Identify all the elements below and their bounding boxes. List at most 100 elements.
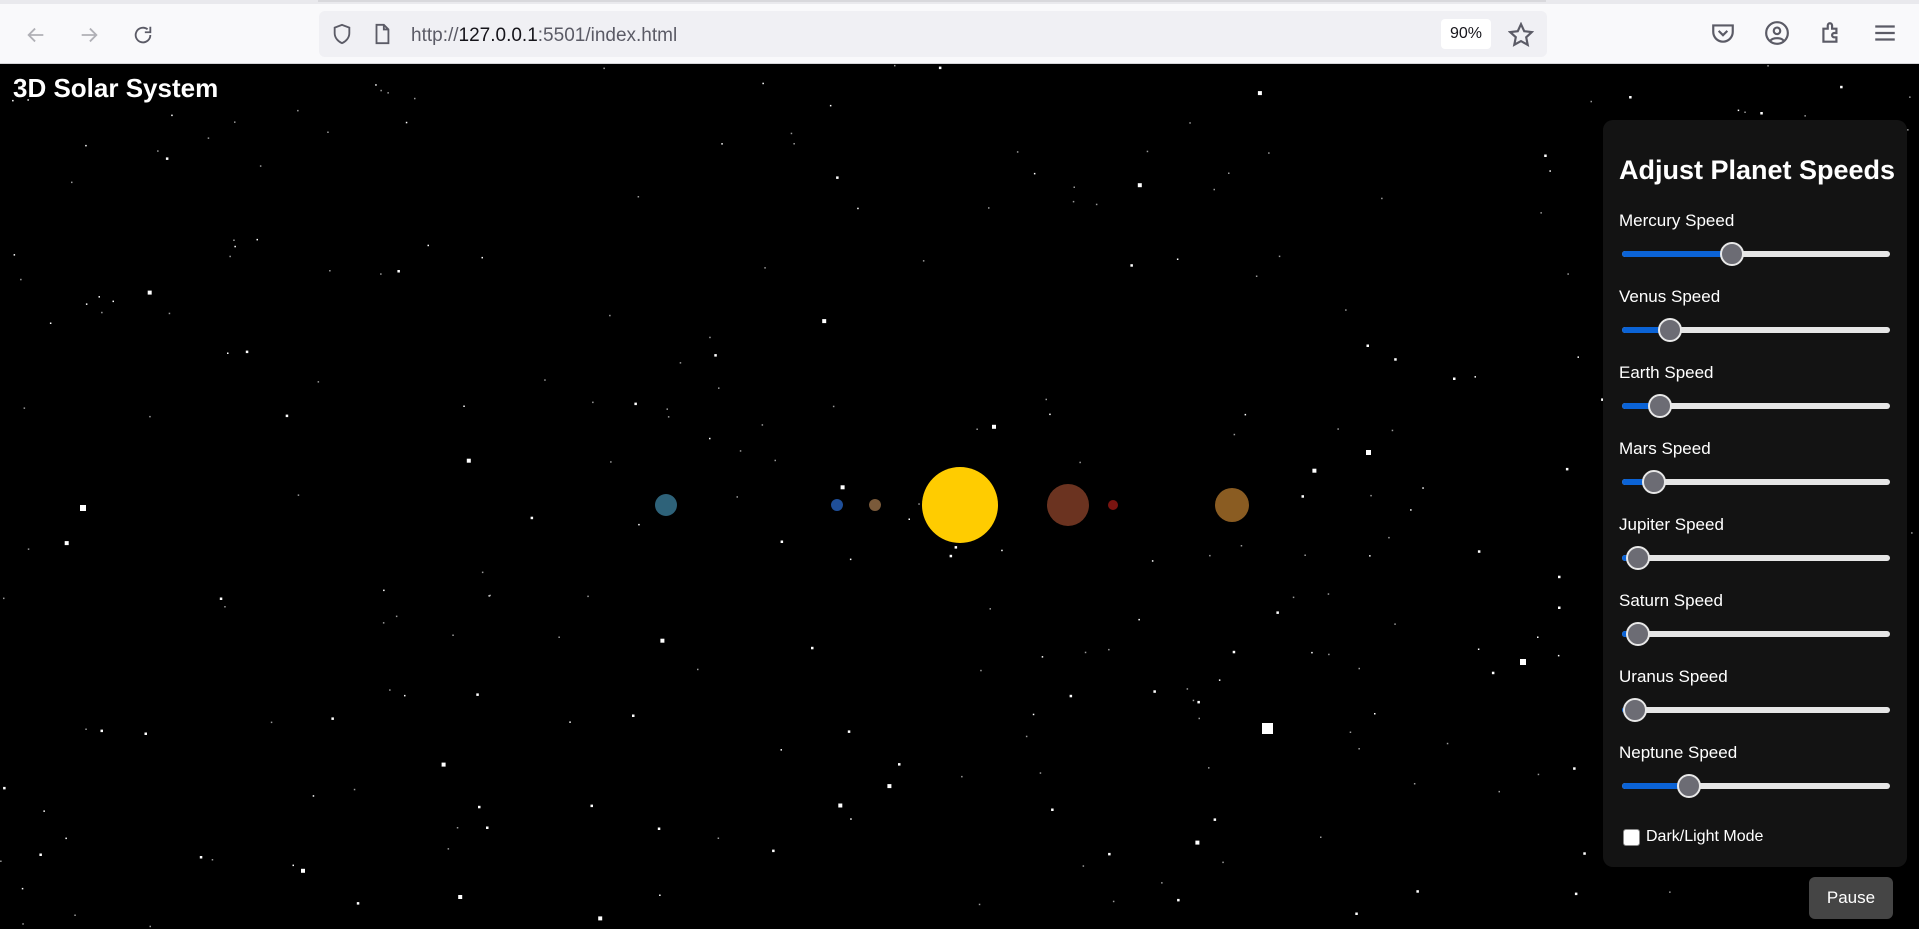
saturn-speed-control: Saturn Speed (1619, 591, 1899, 646)
star (632, 714, 635, 717)
mars-speed-slider[interactable] (1619, 470, 1891, 494)
star (634, 402, 637, 406)
star (992, 424, 996, 429)
star (980, 669, 982, 672)
slider-thumb[interactable] (1626, 622, 1651, 646)
star (838, 803, 843, 808)
pause-button[interactable]: Pause (1809, 877, 1893, 919)
star (1177, 898, 1180, 902)
star (39, 853, 42, 856)
earth-speed-slider[interactable] (1619, 394, 1891, 418)
star (100, 729, 103, 733)
star (1255, 275, 1258, 277)
star (666, 408, 668, 410)
star (1422, 487, 1424, 489)
slider-thumb[interactable] (1658, 318, 1683, 342)
slider-thumb[interactable] (1642, 470, 1667, 494)
star (1544, 154, 1547, 157)
star (1082, 865, 1085, 867)
mode-checkbox[interactable] (1623, 828, 1640, 846)
star (660, 638, 665, 643)
star (610, 461, 612, 463)
slider-track[interactable] (1622, 631, 1890, 637)
star (836, 176, 839, 179)
star (1192, 699, 1195, 702)
planet-saturn (1215, 488, 1249, 522)
star (1394, 623, 1396, 625)
star (1176, 258, 1179, 260)
mercury-speed-slider[interactable] (1619, 242, 1891, 266)
neptune-speed-slider[interactable] (1619, 774, 1891, 798)
star (20, 278, 22, 281)
back-arrow-icon[interactable] (21, 20, 51, 50)
dark-light-mode-toggle[interactable]: Dark/Light Mode (1623, 828, 1763, 846)
star (65, 837, 67, 840)
saturn-speed-slider[interactable] (1619, 622, 1891, 646)
slider-thumb[interactable] (1623, 698, 1648, 722)
tab-strip (0, 0, 1919, 4)
star (331, 717, 334, 720)
shield-icon[interactable] (331, 23, 353, 45)
slider-thumb[interactable] (1626, 546, 1651, 570)
star (85, 303, 88, 305)
star (329, 270, 331, 272)
uranus-speed-slider[interactable] (1619, 698, 1891, 722)
venus-speed-slider[interactable] (1619, 318, 1891, 342)
reload-icon[interactable] (128, 20, 158, 50)
star (456, 827, 459, 829)
bookmark-star-icon[interactable] (1508, 22, 1534, 48)
star (780, 749, 782, 751)
star (697, 668, 699, 671)
star (387, 92, 389, 94)
star (476, 693, 479, 696)
star (219, 597, 223, 600)
star (1151, 560, 1154, 562)
url-scheme: http:// (411, 25, 459, 46)
speed-control-panel: Adjust Planet Speeds Mercury Speed Venus … (1603, 120, 1907, 867)
account-icon[interactable] (1764, 20, 1790, 46)
star (1033, 172, 1036, 175)
star (718, 387, 720, 389)
planet-uranus (655, 494, 677, 516)
forward-arrow-icon[interactable] (74, 20, 104, 50)
star (922, 260, 925, 262)
star (1369, 555, 1371, 557)
star (23, 407, 26, 409)
star (847, 730, 851, 733)
slider-track[interactable] (1622, 555, 1890, 561)
star (714, 354, 717, 357)
url-path: :5501/index.html (537, 25, 678, 46)
star (486, 826, 489, 829)
star (1911, 532, 1913, 534)
menu-icon[interactable] (1872, 20, 1898, 46)
star (530, 516, 534, 520)
star (849, 558, 852, 561)
star (1025, 735, 1028, 738)
slider-track[interactable] (1622, 707, 1890, 713)
page-icon[interactable] (371, 23, 393, 45)
star (1590, 100, 1592, 103)
star (1358, 667, 1360, 670)
star (954, 546, 958, 549)
star (780, 540, 784, 543)
slider-thumb[interactable] (1647, 394, 1672, 418)
star (1328, 653, 1330, 656)
address-bar[interactable]: http://127.0.0.1:5501/index.html 90% (319, 11, 1547, 57)
slider-thumb[interactable] (1677, 774, 1701, 798)
star (1840, 85, 1843, 89)
jupiter-speed-slider[interactable] (1619, 546, 1891, 570)
star (157, 150, 159, 152)
pocket-icon[interactable] (1710, 20, 1736, 46)
star (1045, 398, 1047, 401)
star (1278, 255, 1281, 258)
star (1016, 151, 1019, 153)
slider-thumb[interactable] (1719, 242, 1744, 266)
extensions-icon[interactable] (1818, 20, 1844, 46)
star (1146, 150, 1149, 153)
zoom-level-button[interactable]: 90% (1441, 19, 1491, 49)
url-text[interactable]: http://127.0.0.1:5501/index.html (411, 25, 677, 47)
uranus-speed-control: Uranus Speed (1619, 667, 1899, 722)
star (395, 615, 398, 618)
star (1304, 554, 1306, 556)
star (1558, 575, 1561, 579)
